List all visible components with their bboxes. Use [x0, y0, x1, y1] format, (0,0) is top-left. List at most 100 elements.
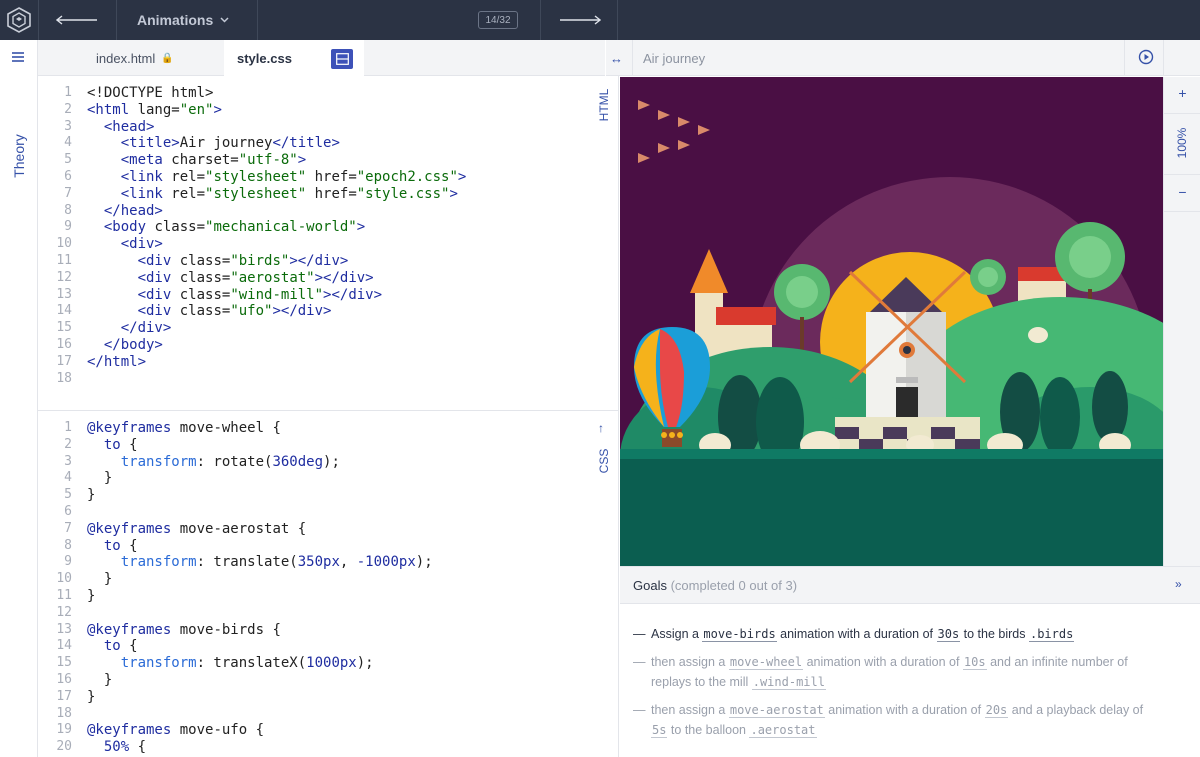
- code-line[interactable]: }: [87, 689, 433, 706]
- resize-arrows-icon[interactable]: ↔: [610, 51, 623, 66]
- next-arrow-button[interactable]: [541, 0, 618, 40]
- line-number: 7: [64, 185, 72, 201]
- goal-code: .birds: [1028, 627, 1075, 642]
- line-number: 14: [56, 303, 72, 319]
- code-line[interactable]: <div class="wind-mill"></div>: [87, 287, 466, 304]
- zoom-out-button[interactable]: −: [1164, 184, 1200, 200]
- preview-title: Air journey: [643, 50, 706, 66]
- code-line[interactable]: <div>: [87, 236, 466, 253]
- arrow-up-icon[interactable]: ↑: [598, 421, 604, 435]
- line-number: 11: [56, 588, 72, 603]
- css-code[interactable]: @keyframes move-wheel { to { transform: …: [87, 420, 433, 756]
- code-line[interactable]: @keyframes move-ufo {: [87, 722, 433, 739]
- code-line[interactable]: </html>: [87, 354, 466, 371]
- logo-icon[interactable]: [0, 0, 38, 40]
- goal-code: move-aerostat: [728, 703, 825, 718]
- goal-code: 30s: [936, 627, 961, 642]
- css-code-pane[interactable]: 1 2 3 4 5 6 7 8 9 10 11 12 13 14 15 16 17 18 19 20 @keyfram…: [38, 410, 619, 757]
- code-line[interactable]: <body class="mechanical-world">: [87, 219, 466, 236]
- goal-code: move-wheel: [728, 655, 804, 670]
- code-line[interactable]: transform: translateX(1000px);: [87, 655, 433, 672]
- line-number: 15: [56, 320, 72, 336]
- theory-tab[interactable]: Theory: [11, 134, 27, 178]
- code-line[interactable]: [87, 504, 433, 521]
- goal-code: .aerostat: [749, 723, 817, 738]
- code-line[interactable]: <div class="ufo"></div>: [87, 303, 466, 320]
- html-code[interactable]: <!DOCTYPE html> <html lang="en"> <head> <…: [87, 85, 466, 387]
- line-number: 18: [56, 705, 72, 721]
- code-line[interactable]: }: [87, 571, 433, 588]
- code-line[interactable]: to {: [87, 437, 433, 454]
- code-line[interactable]: [87, 706, 433, 723]
- code-line[interactable]: <title>Air journey</title>: [87, 135, 466, 152]
- goal-text: then assign a: [651, 703, 729, 717]
- code-line[interactable]: transform: translate(350px, -1000px);: [87, 554, 433, 571]
- code-line[interactable]: <div class="aerostat"></div>: [87, 270, 466, 287]
- goal-text: Assign a: [651, 627, 703, 641]
- code-line[interactable]: </head>: [87, 203, 466, 220]
- code-line[interactable]: }: [87, 487, 433, 504]
- code-line[interactable]: [87, 605, 433, 622]
- play-icon[interactable]: [1138, 49, 1154, 65]
- goal-item: — then assign a move-wheel animation with…: [633, 655, 1128, 690]
- line-number: 20: [56, 739, 72, 755]
- code-line[interactable]: @keyframes move-wheel {: [87, 420, 433, 437]
- course-title: Animations: [137, 12, 214, 28]
- line-number: 1: [64, 85, 72, 100]
- line-number: 10: [56, 236, 72, 252]
- code-line[interactable]: </div>: [87, 320, 466, 337]
- line-number: 8: [64, 537, 72, 553]
- line-number: 10: [56, 571, 72, 587]
- goal-text: animation with a duration of: [803, 655, 963, 669]
- line-number: 14: [56, 638, 72, 654]
- html-code-pane[interactable]: 1 2 3 4 5 6 7 8 9 10 11 12 13 14 15 16 17 18 <!DOCTYPE ht…: [38, 76, 619, 410]
- top-bar: Animations 14/32: [0, 0, 1200, 40]
- preview-header: ↔ Air journey: [606, 40, 1200, 76]
- zoom-in-button[interactable]: +: [1164, 85, 1200, 101]
- code-line[interactable]: to {: [87, 638, 433, 655]
- code-line[interactable]: @keyframes move-birds {: [87, 622, 433, 639]
- code-line[interactable]: <head>: [87, 119, 466, 136]
- line-number: 9: [64, 554, 72, 570]
- code-line[interactable]: [87, 371, 466, 388]
- course-dropdown[interactable]: Animations: [117, 0, 257, 40]
- back-arrow-button[interactable]: [38, 0, 116, 40]
- html-pane-label: HTML: [597, 88, 611, 122]
- goal-text: to the birds: [960, 627, 1029, 641]
- code-line[interactable]: transform: rotate(360deg);: [87, 454, 433, 471]
- code-line[interactable]: @keyframes move-aerostat {: [87, 521, 433, 538]
- goal-item: — Assign a move-birds animation with a du…: [633, 627, 1075, 642]
- line-number: 6: [64, 169, 72, 184]
- code-line[interactable]: }: [87, 588, 433, 605]
- left-rail: Theory: [0, 40, 38, 757]
- code-line[interactable]: <link rel="stylesheet" href="style.css">: [87, 186, 466, 203]
- code-line[interactable]: }: [87, 470, 433, 487]
- code-line[interactable]: <!DOCTYPE html>: [87, 85, 466, 102]
- code-line[interactable]: </body>: [87, 337, 466, 354]
- code-line[interactable]: <meta charset="utf-8">: [87, 152, 466, 169]
- code-line[interactable]: <html lang="en">: [87, 102, 466, 119]
- tab-index-html[interactable]: index.html 🔒: [96, 40, 174, 76]
- app-window: Animations 14/32 Theory index.html 🔒 sty…: [0, 0, 1200, 757]
- code-line[interactable]: to {: [87, 538, 433, 555]
- goal-text: and a playback delay of: [1008, 703, 1144, 717]
- line-number: 13: [56, 286, 72, 302]
- editor-tabs: index.html 🔒 style.css: [38, 40, 605, 77]
- menu-icon[interactable]: [11, 51, 25, 63]
- code-line[interactable]: 50% {: [87, 739, 433, 756]
- code-line[interactable]: }: [87, 672, 433, 689]
- code-line[interactable]: <link rel="stylesheet" href="epoch2.css"…: [87, 169, 467, 186]
- goals-list: — Assign a move-birds animation with a du…: [620, 604, 1200, 757]
- line-number: 9: [64, 219, 72, 235]
- goals-header[interactable]: Goals (completed 0 out of 3) »: [620, 566, 1200, 604]
- code-line[interactable]: <div class="birds"></div>: [87, 253, 466, 270]
- goal-text: animation with a duration of: [824, 703, 985, 717]
- line-number: 17: [56, 353, 72, 369]
- split-view-button[interactable]: [331, 49, 353, 69]
- goal-code: move-birds: [702, 627, 777, 642]
- line-number: 12: [56, 269, 72, 285]
- goal-item: — then assign a move-aerostat animation w…: [633, 703, 1144, 738]
- goal-code: 20s: [984, 703, 1009, 718]
- css-pane-label: CSS: [597, 448, 611, 474]
- chevron-double-down-icon[interactable]: »: [1175, 577, 1182, 591]
